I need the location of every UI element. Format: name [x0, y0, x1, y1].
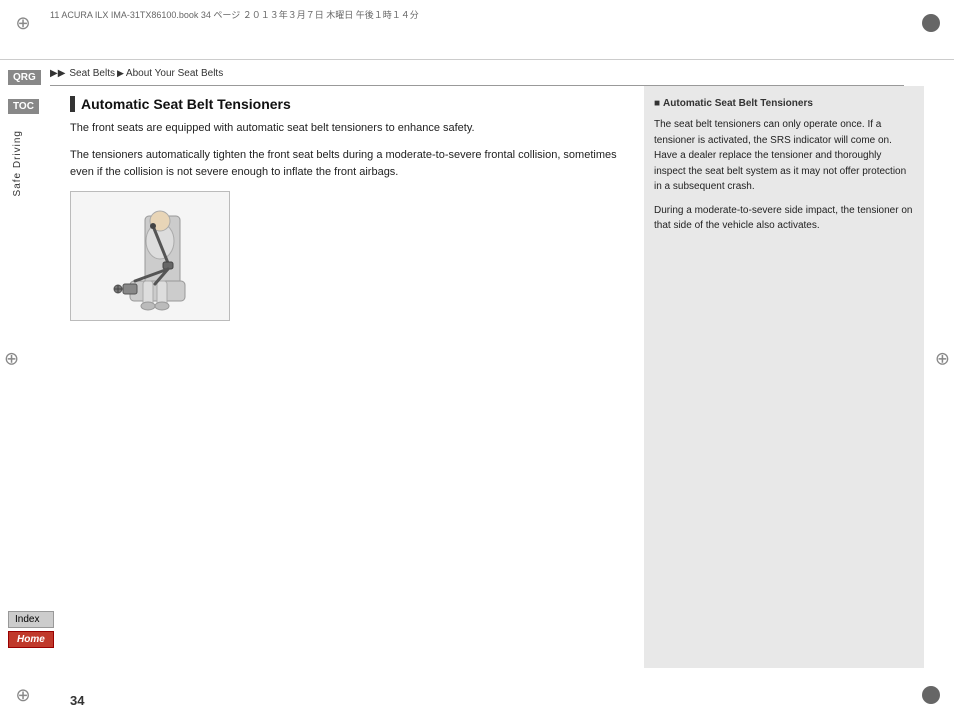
- reg-mark-right: ⊕: [935, 349, 950, 370]
- seatbelt-illustration: [75, 196, 225, 316]
- top-bar: 11 ACURA ILX IMA-31TX86100.book 34 ページ ２…: [0, 0, 954, 60]
- breadcrumb: ▶▶ Seat Belts ▶ About Your Seat Belts: [50, 62, 904, 86]
- right-body-text-1: The seat belt tensioners can only operat…: [654, 117, 914, 195]
- right-section-title-text: Automatic Seat Belt Tensioners: [663, 96, 813, 111]
- body-text-2: The tensioners automatically tighten the…: [70, 147, 624, 181]
- breadcrumb-part1[interactable]: Seat Belts: [69, 68, 115, 79]
- breadcrumb-sep: ▶: [117, 68, 124, 79]
- right-section-icon: ■: [654, 96, 660, 111]
- index-button[interactable]: Index: [8, 611, 54, 628]
- main-content: Automatic Seat Belt Tensioners The front…: [70, 86, 924, 668]
- file-info: 11 ACURA ILX IMA-31TX86100.book 34 ページ ２…: [50, 8, 419, 21]
- right-body-text-2: During a moderate-to-severe side impact,…: [654, 203, 914, 234]
- corner-mark-br: [916, 680, 946, 710]
- illustration-box: [70, 191, 230, 321]
- content-right: ■ Automatic Seat Belt Tensioners The sea…: [644, 86, 924, 668]
- home-button[interactable]: Home: [8, 631, 54, 648]
- section-title-bar: [70, 96, 75, 112]
- left-sidebar: QRG TOC Safe Driving: [0, 60, 70, 668]
- section-title: Automatic Seat Belt Tensioners: [70, 96, 624, 112]
- corner-mark-bl: [8, 680, 38, 710]
- qrg-badge[interactable]: QRG: [8, 70, 41, 85]
- body-text-1: The front seats are equipped with automa…: [70, 120, 624, 137]
- page-number: 34: [70, 693, 84, 708]
- breadcrumb-part2[interactable]: About Your Seat Belts: [126, 68, 223, 79]
- toc-badge[interactable]: TOC: [8, 99, 39, 114]
- bottom-left-buttons: Index Home: [8, 611, 54, 648]
- section-title-text: Automatic Seat Belt Tensioners: [81, 96, 291, 112]
- section-label: Safe Driving: [12, 130, 23, 196]
- right-section-title: ■ Automatic Seat Belt Tensioners: [654, 96, 914, 111]
- content-left: Automatic Seat Belt Tensioners The front…: [70, 86, 634, 668]
